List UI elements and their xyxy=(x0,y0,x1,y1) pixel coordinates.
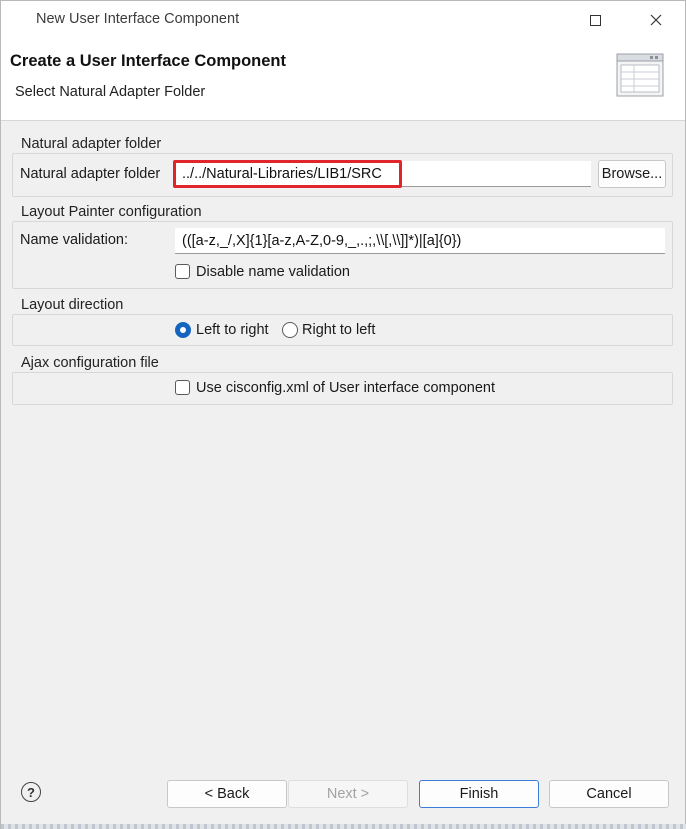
dialog-window: New User Interface Component Create a Us… xyxy=(0,0,686,829)
cancel-button[interactable]: Cancel xyxy=(549,780,669,808)
back-button[interactable]: < Back xyxy=(167,780,287,808)
finish-button[interactable]: Finish xyxy=(419,780,539,808)
painter-group-title: Layout Painter configuration xyxy=(21,204,202,220)
name-validation-input[interactable] xyxy=(175,228,665,254)
maximize-icon xyxy=(589,14,601,26)
background-strip xyxy=(1,824,686,829)
next-button[interactable]: Next > xyxy=(288,780,408,808)
title-bar: New User Interface Component xyxy=(1,1,685,39)
left-to-right-radio[interactable] xyxy=(175,322,191,338)
disable-validation-label: Disable name validation xyxy=(196,264,350,280)
close-button[interactable] xyxy=(633,1,679,39)
adapter-folder-input[interactable] xyxy=(175,161,591,187)
adapter-folder-label: Natural adapter folder xyxy=(20,166,161,182)
use-cisconfig-label: Use cisconfig.xml of User interface comp… xyxy=(196,380,495,396)
use-cisconfig-checkbox[interactable] xyxy=(175,380,190,395)
ui-component-wizard-icon xyxy=(616,53,664,97)
right-to-left-radio[interactable] xyxy=(282,322,298,338)
name-validation-label: Name validation: xyxy=(20,232,128,248)
direction-group-title: Layout direction xyxy=(21,297,124,313)
disable-validation-checkbox[interactable] xyxy=(175,264,190,279)
help-icon[interactable]: ? xyxy=(21,782,41,802)
page-subtitle: Select Natural Adapter Folder xyxy=(15,84,206,100)
ajax-group-title: Ajax configuration file xyxy=(21,355,159,371)
adapter-group-title: Natural adapter folder xyxy=(21,136,162,152)
left-to-right-label: Left to right xyxy=(196,322,269,338)
close-icon xyxy=(650,14,662,26)
page-title: Create a User Interface Component xyxy=(10,52,286,70)
browse-button[interactable]: Browse... xyxy=(598,160,666,188)
wizard-banner: Create a User Interface Component Select… xyxy=(1,39,685,121)
maximize-button[interactable] xyxy=(572,1,618,39)
window-title: New User Interface Component xyxy=(36,11,240,27)
right-to-left-label: Right to left xyxy=(302,322,376,338)
